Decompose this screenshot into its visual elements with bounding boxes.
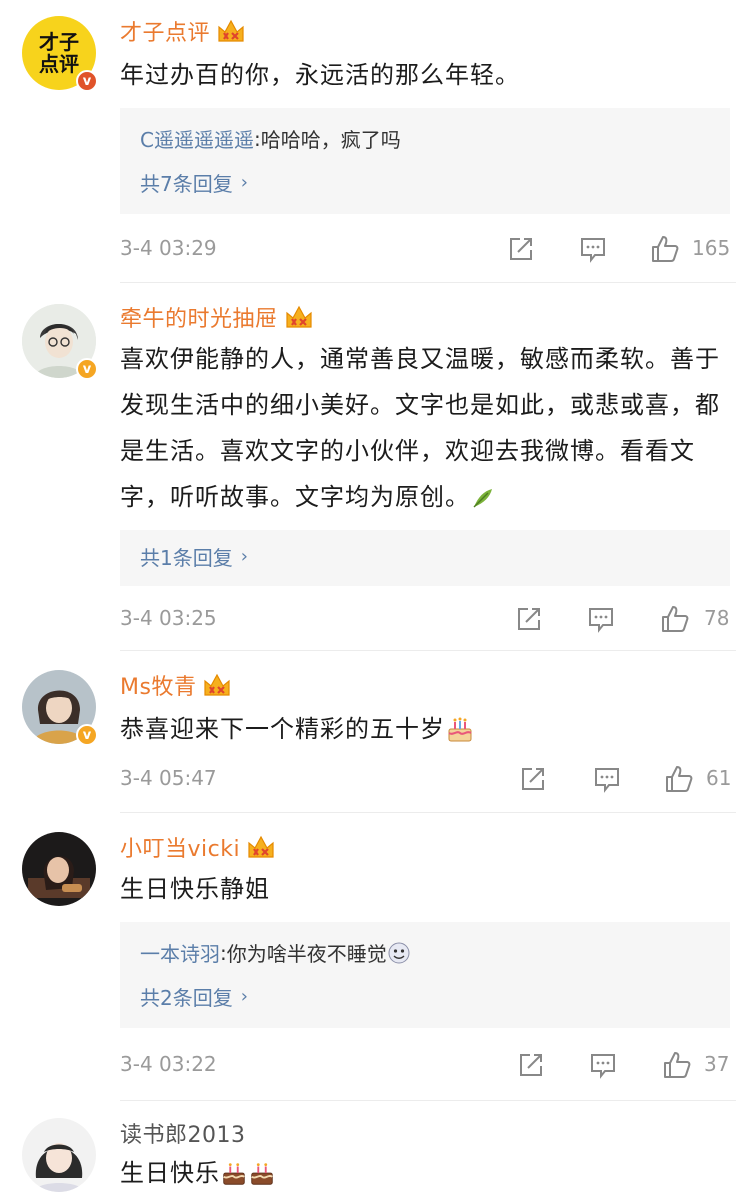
- comment-text: 年过办百的你，永远活的那么年轻。: [120, 61, 520, 89]
- comment-text-content: 生日快乐: [120, 1159, 220, 1187]
- share-icon[interactable]: [514, 604, 544, 634]
- cake-emoji-icon: [251, 1163, 273, 1185]
- view-replies-label: 共7条回复: [140, 172, 233, 196]
- username[interactable]: 才子点评: [120, 15, 210, 47]
- avatar[interactable]: 才子 点评 v: [22, 16, 98, 92]
- comment-icon[interactable]: [588, 1050, 618, 1080]
- comment-icon[interactable]: [578, 234, 608, 264]
- username[interactable]: 小叮当vicki: [120, 831, 240, 863]
- comment-item: 才子 点评 v 才子点评 年过办百的你，永远活的那么年轻。 C遥遥遥遥遥: 哈哈…: [0, 0, 736, 280]
- reply-separator: :: [253, 126, 261, 151]
- reply-preview[interactable]: C遥遥遥遥遥: 哈哈哈，疯了吗 共7条回复 ›: [120, 108, 730, 214]
- avatar-logo-text: 才子 点评: [39, 30, 79, 76]
- view-replies-link[interactable]: 共2条回复 ›: [140, 982, 248, 1011]
- like-count: 61: [706, 766, 732, 790]
- reply-preview[interactable]: 一本诗羽: 你为啥半夜不睡觉 共2条回复 ›: [120, 922, 730, 1028]
- crown-badge-icon: [248, 835, 274, 858]
- verified-badge-icon: v: [76, 724, 98, 746]
- comment-text: 喜欢伊能静的人，通常善良又温暖，敏感而柔软。善于发现生活中的细小美好。文字也是如…: [120, 336, 726, 520]
- divider: [120, 812, 736, 813]
- chevron-right-icon: ›: [240, 172, 248, 193]
- like-icon[interactable]: [660, 604, 690, 634]
- comment-text: 生日快乐静姐: [120, 875, 270, 903]
- cake-emoji-icon: [448, 717, 472, 742]
- comment-icon[interactable]: [586, 604, 616, 634]
- like-count: 37: [704, 1052, 730, 1076]
- like-count: 165: [692, 236, 731, 260]
- like-icon[interactable]: [664, 764, 694, 794]
- reply-username[interactable]: C遥遥遥遥遥: [140, 124, 254, 153]
- comment-text-content: 喜欢伊能静的人，通常善良又温暖，敏感而柔软。善于发现生活中的细小美好。文字也是如…: [120, 345, 720, 511]
- avatar[interactable]: [22, 832, 96, 906]
- divider: [120, 650, 736, 651]
- share-icon[interactable]: [518, 764, 548, 794]
- chevron-right-icon: ›: [240, 546, 248, 567]
- like-icon[interactable]: [662, 1050, 692, 1080]
- comment-time: 3-4 03:29: [120, 236, 217, 260]
- comment-text: 生日快乐: [120, 1150, 720, 1196]
- username[interactable]: Ms牧青: [120, 669, 196, 701]
- view-replies-link[interactable]: 共7条回复 ›: [140, 168, 248, 197]
- reply-text: 你为啥半夜不睡觉: [226, 942, 387, 966]
- crown-badge-icon: [285, 305, 312, 328]
- like-icon[interactable]: [650, 234, 680, 264]
- view-replies-label: 共2条回复: [140, 986, 233, 1010]
- divider: [120, 1100, 736, 1101]
- comment-item: 读书郎2013 生日快乐: [0, 1102, 736, 1200]
- view-replies-link[interactable]: 共1条回复 ›: [140, 542, 248, 571]
- comment-icon[interactable]: [592, 764, 622, 794]
- view-replies-label: 共1条回复: [140, 546, 233, 570]
- comment-item: 小叮当vicki 生日快乐静姐 一本诗羽: 你为啥半夜不睡觉 共2条回复 › 3-…: [0, 814, 736, 1100]
- share-icon[interactable]: [506, 234, 536, 264]
- avatar[interactable]: [22, 1118, 96, 1192]
- username[interactable]: 牵牛的时光抽屉: [120, 301, 278, 333]
- leaf-emoji-icon: [473, 489, 492, 508]
- doge-emoji-icon: [388, 942, 410, 963]
- reply-username[interactable]: 一本诗羽: [140, 938, 220, 967]
- comment-item: v 牵牛的时光抽屉 喜欢伊能静的人，通常善良又温暖，敏感而柔软。善于发现生活中的…: [0, 284, 736, 650]
- verified-badge-icon: v: [76, 358, 98, 380]
- verified-badge-icon: v: [76, 70, 98, 92]
- crown-badge-icon: [204, 673, 231, 696]
- chevron-right-icon: ›: [240, 986, 248, 1007]
- avatar[interactable]: v: [22, 670, 98, 746]
- avatar[interactable]: v: [22, 304, 98, 380]
- reply-separator: :: [220, 940, 227, 965]
- share-icon[interactable]: [516, 1050, 546, 1080]
- comment-text-content: 恭喜迎来下一个精彩的五十岁: [120, 715, 445, 743]
- reply-text: 哈哈哈，疯了吗: [260, 128, 401, 152]
- comment-text: 恭喜迎来下一个精彩的五十岁: [120, 706, 720, 752]
- reply-preview[interactable]: 共1条回复 ›: [120, 530, 730, 586]
- crown-badge-icon: [218, 19, 244, 42]
- comment-time: 3-4 05:47: [120, 766, 217, 790]
- avatar-image: [22, 1118, 96, 1192]
- comment-item: v Ms牧青 恭喜迎来下一个精彩的五十岁 3-4 05:47 61: [0, 652, 736, 810]
- avatar-image: [22, 832, 96, 906]
- like-count: 78: [704, 606, 730, 630]
- comment-time: 3-4 03:25: [120, 606, 217, 630]
- cake-emoji-icon: [223, 1163, 245, 1185]
- comment-time: 3-4 03:22: [120, 1052, 217, 1076]
- username[interactable]: 读书郎2013: [120, 1117, 246, 1149]
- divider: [120, 282, 736, 283]
